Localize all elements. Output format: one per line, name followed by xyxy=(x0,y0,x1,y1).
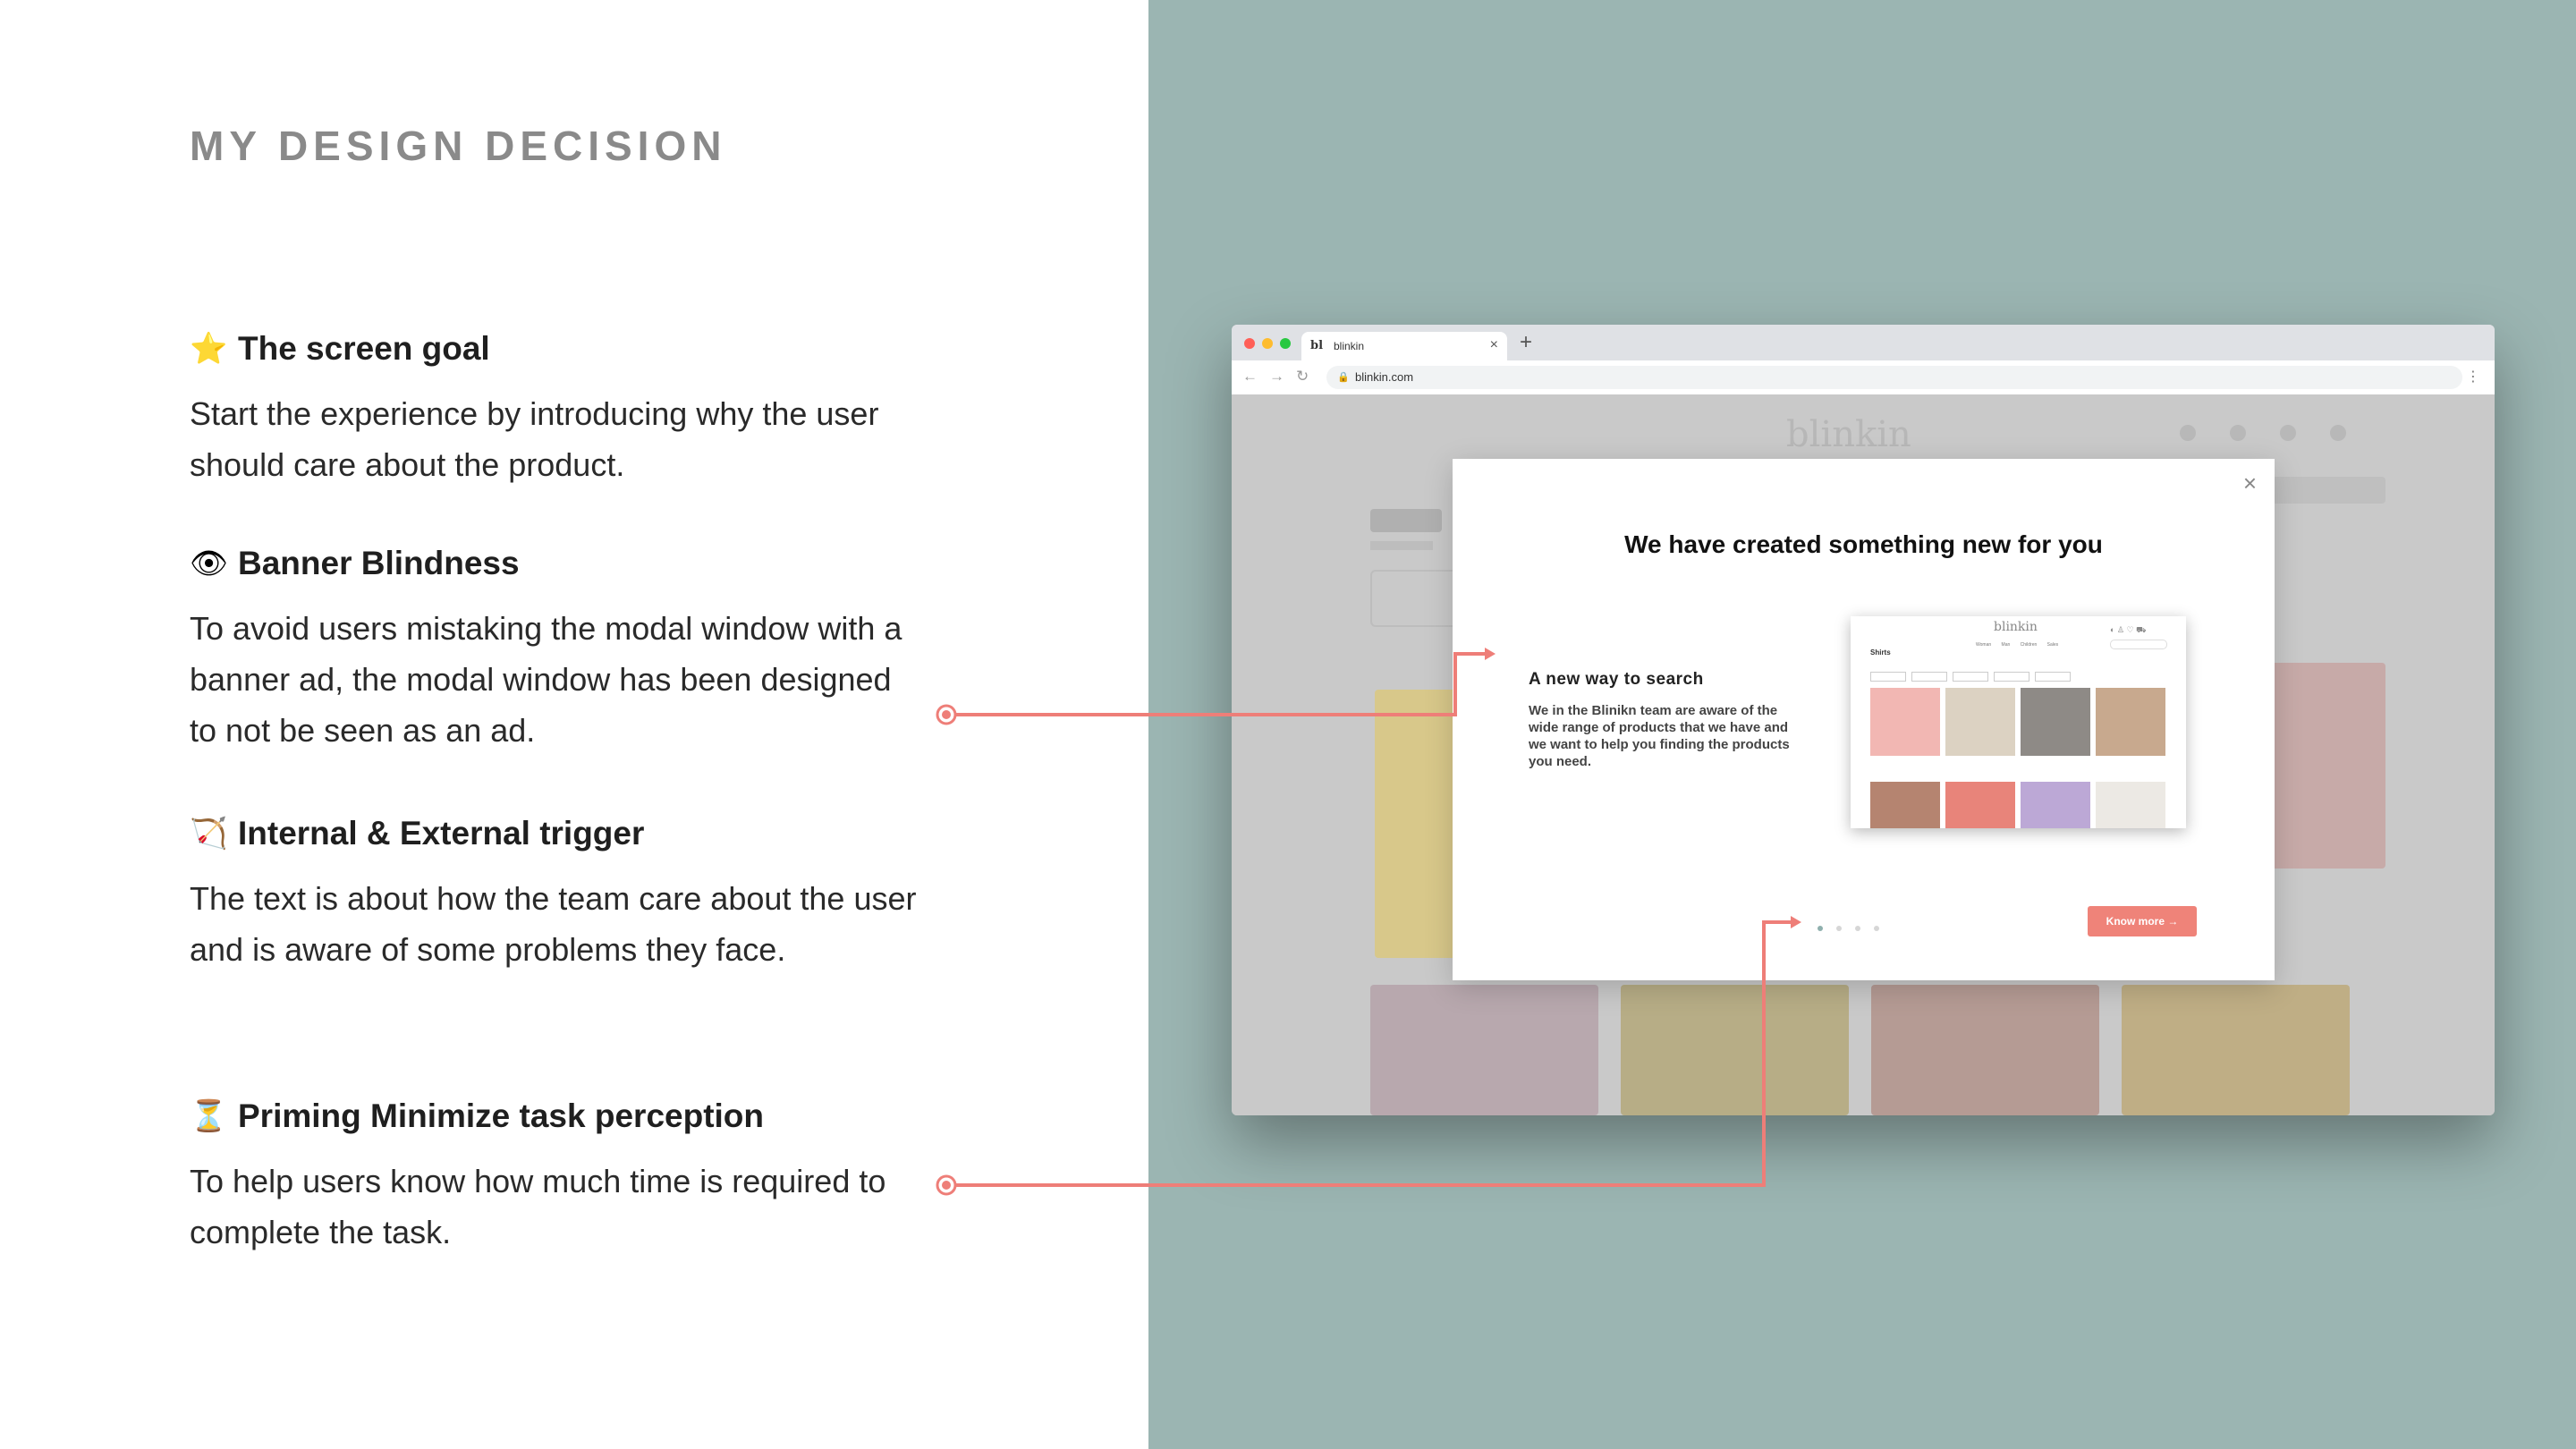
product-thumbnail xyxy=(1871,985,2099,1115)
section-priming: ⏳ Priming Minimize task perception To he… xyxy=(190,1091,923,1258)
arrow-right-icon: → xyxy=(2167,915,2179,928)
preview-product xyxy=(2096,688,2165,756)
know-more-label: Know more xyxy=(2106,915,2165,928)
tab-label: blinkin xyxy=(1334,340,1365,352)
tab-close-icon[interactable]: × xyxy=(1490,337,1498,353)
preview-nav: Woman Man Children Sales xyxy=(1976,642,2059,648)
product-thumbnail xyxy=(2122,985,2350,1115)
know-more-button[interactable]: Know more → xyxy=(2088,906,2197,936)
preview-filters xyxy=(1870,670,2076,686)
section-title: Priming Minimize task perception xyxy=(238,1097,765,1134)
section-title: Banner Blindness xyxy=(238,545,520,581)
page-title: MY DESIGN DECISION xyxy=(190,123,727,169)
modal-title: We have created something new for you xyxy=(1624,530,2103,558)
page-dot[interactable] xyxy=(1874,926,1879,931)
new-tab-icon[interactable]: + xyxy=(1520,330,1532,355)
preview-product xyxy=(2021,688,2090,756)
preview-product xyxy=(1870,782,1940,828)
page-dot[interactable] xyxy=(1836,926,1842,931)
section-body: To avoid users mistaking the modal windo… xyxy=(190,610,902,749)
section-body: To help users know how much time is requ… xyxy=(190,1163,886,1250)
site-breadcrumb-placeholder xyxy=(1370,541,1433,550)
section-title: Internal & External trigger xyxy=(238,815,645,852)
section-screen-goal: ⭐ The screen goal Start the experience b… xyxy=(190,324,923,490)
browser-tabbar: bl blinkin × + xyxy=(1232,325,2495,360)
close-icon[interactable]: × xyxy=(2243,471,2257,495)
eye-icon: 👁 xyxy=(190,547,229,580)
back-icon[interactable]: ← xyxy=(1242,368,1258,386)
minimize-window-icon[interactable] xyxy=(1262,338,1273,349)
forward-icon[interactable]: → xyxy=(1269,368,1284,386)
preview-header-icons: ◐ ♙ ♡ ⛟ xyxy=(2110,625,2147,634)
modal-subtitle: A new way to search xyxy=(1529,670,1704,689)
preview-product xyxy=(1870,688,1940,756)
maximize-window-icon[interactable] xyxy=(1280,338,1291,349)
product-thumbnail xyxy=(1370,985,1598,1115)
section-body: Start the experience by introducing why … xyxy=(190,395,879,483)
site-filter-placeholder xyxy=(1370,570,1463,627)
section-banner-blindness: 👁 Banner Blindness To avoid users mistak… xyxy=(190,538,923,756)
modal-window: × We have created something new for you … xyxy=(1453,459,2275,980)
lock-icon: 🔒 xyxy=(1337,372,1350,383)
tab-favicon: bl xyxy=(1310,339,1324,352)
section-title: The screen goal xyxy=(238,330,490,367)
hourglass-icon: ⏳ xyxy=(190,1099,228,1133)
left-panel: MY DESIGN DECISION ⭐ The screen goal Sta… xyxy=(0,0,1148,1449)
search-preview-image: blinkin ◐ ♙ ♡ ⛟ Woman Man Children Sales… xyxy=(1851,616,2186,828)
browser-tab[interactable]: bl blinkin × xyxy=(1301,332,1507,360)
preview-product xyxy=(1945,688,2015,756)
page-dot[interactable] xyxy=(1855,926,1860,931)
browser-window: bl blinkin × + ← → ↻ 🔒 blinkin.com ⋮ bli… xyxy=(1232,325,2495,1115)
close-window-icon[interactable] xyxy=(1244,338,1255,349)
section-trigger: 🏹 Internal & External trigger The text i… xyxy=(190,809,923,975)
url-field[interactable]: 🔒 blinkin.com xyxy=(1326,366,2462,389)
product-thumbnail xyxy=(2269,663,2385,869)
preview-product xyxy=(2021,782,2090,828)
preview-product xyxy=(2096,782,2165,828)
url-text: blinkin.com xyxy=(1355,370,1414,384)
reload-icon[interactable]: ↻ xyxy=(1296,368,1309,386)
preview-logo: blinkin xyxy=(1994,620,2038,634)
section-body: The text is about how the team care abou… xyxy=(190,880,917,968)
site-logo: blinkin xyxy=(1786,414,1911,455)
pagination-dots xyxy=(1818,919,1893,936)
modal-text: We in the Blinikn team are aware of the … xyxy=(1529,703,1790,769)
page-dot[interactable] xyxy=(1818,926,1823,931)
site-heading-placeholder xyxy=(1370,509,1442,532)
bow-and-arrow-icon: 🏹 xyxy=(190,817,228,851)
site-header-icons xyxy=(2180,425,2394,443)
preview-heading: Shirts xyxy=(1870,648,1891,657)
browser-menu-icon[interactable]: ⋮ xyxy=(2466,368,2480,386)
star-icon: ⭐ xyxy=(190,332,228,366)
product-thumbnail xyxy=(1621,985,1849,1115)
preview-search xyxy=(2110,640,2167,649)
address-bar: ← → ↻ 🔒 blinkin.com ⋮ xyxy=(1232,360,2495,395)
preview-product xyxy=(1945,782,2015,828)
